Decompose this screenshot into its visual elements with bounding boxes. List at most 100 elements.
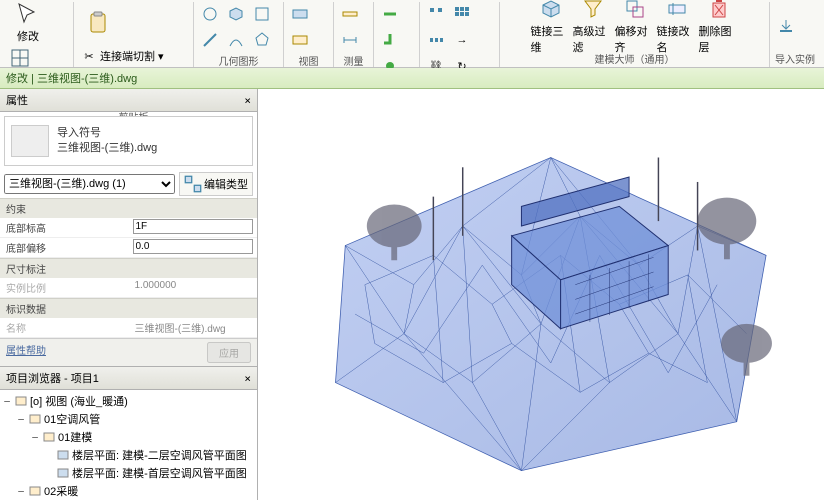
prop-row: 底部偏移 — [0, 238, 257, 258]
join-cut-button[interactable]: ✂连接端切割 ▾ — [78, 46, 166, 66]
model-mesh — [258, 89, 824, 500]
prop-row: 名称 三维视图-(三维).dwg — [0, 318, 257, 338]
project-tree[interactable]: −[o] 视图 (海业_暖通)−01空调风管−01建模楼层平面: 建模-二层空调… — [0, 390, 257, 500]
type-name: 三维视图-(三维).dwg — [57, 141, 246, 156]
browser-close-button[interactable]: × — [244, 372, 251, 385]
cube3d-icon — [539, 0, 563, 21]
group-label: 几何图形 — [198, 52, 279, 69]
del-layer-button[interactable]: 删除图层 — [699, 5, 739, 47]
elbow-icon — [381, 31, 399, 49]
base-level-input[interactable] — [133, 219, 254, 234]
instance-select[interactable]: 三维视图-(三维).dwg (1) — [4, 174, 175, 194]
delete-icon — [707, 0, 731, 21]
tree-node[interactable]: −[o] 视图 (海业_暖通) — [2, 392, 255, 410]
tree-twisty[interactable]: − — [16, 413, 26, 426]
scissors-icon: ✂ — [80, 47, 98, 65]
type-category: 导入符号 — [57, 126, 246, 141]
apply-button[interactable]: 应用 — [207, 342, 251, 363]
type-thumbnail — [11, 125, 49, 157]
measure-btn[interactable] — [338, 2, 362, 26]
tree-node[interactable]: − 01空调风管 — [2, 410, 255, 428]
geom-btn-6[interactable] — [250, 28, 274, 52]
edit-type-button[interactable]: 编辑类型 — [179, 172, 253, 196]
geom-btn-1[interactable] — [198, 2, 222, 26]
tree-label: 楼层平面: 建模-首层空调风管平面图 — [72, 465, 247, 481]
pipe-icon — [381, 5, 399, 23]
type-selector[interactable]: 导入符号 三维视图-(三维).dwg — [4, 116, 253, 166]
geom-btn-3[interactable] — [250, 2, 274, 26]
offset-icon — [623, 0, 647, 21]
views-icon — [15, 395, 27, 407]
paste-button[interactable] — [78, 2, 118, 44]
offset-align-button[interactable]: 偏移对齐 — [615, 5, 655, 47]
tree-label: 楼层平面: 建模-二层空调风管平面图 — [72, 447, 247, 463]
properties-header: 属性 × — [0, 89, 257, 112]
funnel-icon — [581, 0, 605, 21]
grid-icon — [11, 49, 29, 67]
link3d-button[interactable]: 链接三维 — [531, 5, 571, 47]
poly-icon — [253, 31, 271, 49]
tree-label: 01空调风管 — [44, 411, 100, 427]
prop-toggle-button[interactable] — [8, 46, 32, 70]
plan-icon — [57, 449, 69, 461]
properties-close-button[interactable]: × — [244, 94, 251, 107]
tree-node[interactable]: 楼层平面: 建模-首层空调风管平面图 — [2, 464, 255, 482]
tree-node[interactable]: 楼层平面: 建模-二层空调风管平面图 — [2, 446, 255, 464]
hide-icon — [291, 5, 309, 23]
modify-button[interactable]: 修改 — [8, 2, 48, 44]
clipboard-icon — [86, 11, 110, 35]
create-btn-1[interactable] — [378, 2, 402, 26]
cursor-icon — [16, 2, 40, 26]
base-offset-input[interactable] — [133, 239, 254, 254]
group-label: 导入实例 — [774, 50, 816, 67]
ribbon: 修改 选择 ▼ ✂连接端切割 ▾ ✂剪切 ▾ ⬭连接 ▾ 剪贴板 — [0, 0, 824, 68]
prop-category[interactable]: 尺寸标注 — [0, 258, 257, 278]
dim-btn[interactable] — [338, 28, 362, 52]
plan-icon — [57, 467, 69, 479]
activate-icon — [201, 5, 219, 23]
edit-type-icon — [184, 175, 202, 193]
tree-node[interactable]: −01建模 — [2, 428, 255, 446]
link-rename-button[interactable]: 链接改名 — [657, 5, 697, 47]
prop-category[interactable]: 约束 — [0, 198, 257, 218]
group-label: 建模大师（通用） — [504, 50, 765, 67]
arr-btn-3[interactable] — [424, 28, 448, 52]
prop-category[interactable]: 标识数据 — [0, 298, 257, 318]
grid9-icon — [453, 5, 471, 23]
folder-icon — [43, 431, 55, 443]
view-btn-1[interactable] — [288, 2, 312, 26]
create-btn-2[interactable] — [378, 28, 402, 52]
prop-row: 实例比例 1.000000 — [0, 278, 257, 298]
view-btn-2[interactable] — [288, 28, 312, 52]
property-grid: 约束 底部标高 底部偏移 尺寸标注 实例比例 1.000000 标识数据 名称 … — [0, 198, 257, 338]
cube-icon — [227, 5, 245, 23]
tree-twisty[interactable]: − — [2, 395, 12, 408]
tree-label: 02采暖 — [44, 483, 78, 499]
geom-btn-4[interactable] — [198, 28, 222, 52]
arr-btn-4[interactable]: → — [450, 28, 474, 52]
geom-btn-2[interactable] — [224, 2, 248, 26]
arr-btn-1[interactable] — [424, 2, 448, 26]
context-tab-bar: 修改 | 三维视图-(三维).dwg — [0, 68, 824, 89]
group-label: 视图 — [288, 52, 329, 69]
properties-help-link[interactable]: 属性帮助 — [6, 342, 46, 363]
rename-icon — [665, 0, 689, 21]
import-btn[interactable] — [774, 14, 798, 38]
browser-header: 项目浏览器 - 项目1 × — [0, 367, 257, 390]
adv-filter-button[interactable]: 高级过滤 — [573, 5, 613, 47]
align-icon — [427, 5, 445, 23]
3d-viewport[interactable] — [258, 89, 824, 500]
context-tab-label: 修改 | 三维视图-(三维).dwg — [6, 73, 137, 85]
tree-node[interactable]: − 02采暖 — [2, 482, 255, 500]
arrow-icon: → — [453, 31, 471, 49]
properties-footer: 属性帮助 应用 — [0, 338, 257, 366]
left-column: 属性 × 导入符号 三维视图-(三维).dwg 三维视图-(三维).dwg (1… — [0, 89, 258, 500]
tree-twisty[interactable]: − — [16, 485, 26, 498]
geom-btn-5[interactable] — [224, 28, 248, 52]
arc-icon — [227, 31, 245, 49]
tree-twisty[interactable]: − — [30, 431, 40, 444]
scale-value: 1.000000 — [133, 279, 254, 292]
arr-btn-2[interactable] — [450, 2, 474, 26]
line-icon — [201, 31, 219, 49]
group-label: 测量 — [338, 52, 369, 69]
